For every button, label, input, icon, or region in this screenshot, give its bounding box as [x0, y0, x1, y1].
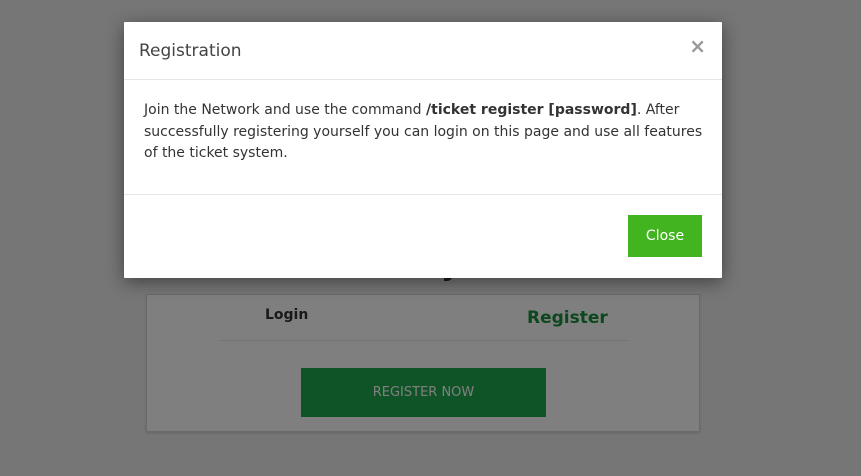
close-icon[interactable]: ×	[689, 36, 706, 56]
close-button[interactable]: Close	[628, 215, 702, 257]
modal-body: Join the Network and use the command /ti…	[144, 100, 704, 165]
registration-modal: Registration × Join the Network and use …	[124, 22, 722, 278]
modal-footer-divider	[124, 194, 722, 195]
modal-header: Registration ×	[124, 22, 722, 80]
body-text-before: Join the Network and use the command	[144, 102, 427, 118]
command-text: /ticket register [password]	[426, 102, 637, 118]
modal-title: Registration	[139, 41, 242, 61]
